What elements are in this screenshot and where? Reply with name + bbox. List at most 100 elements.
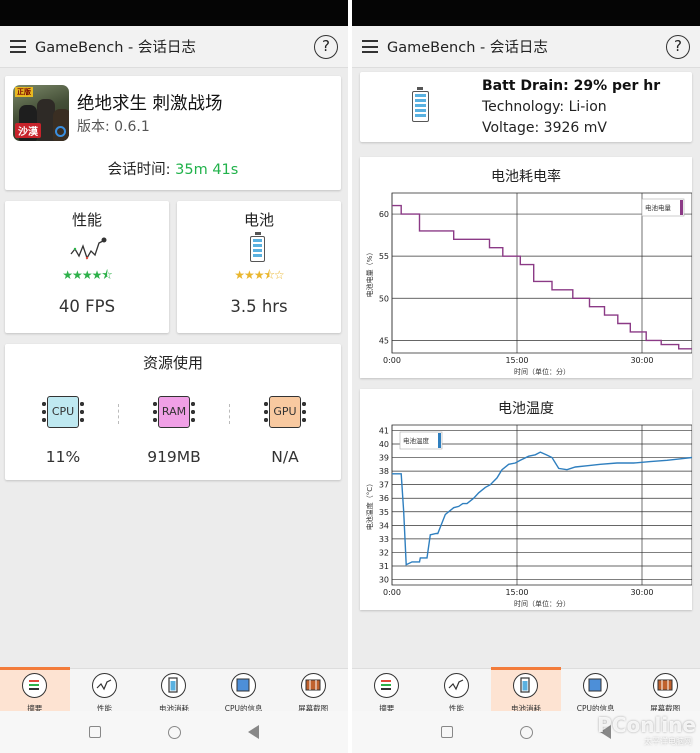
series-line — [392, 451, 692, 566]
chart-title: 电池耗电率 — [491, 168, 561, 185]
series-line — [392, 204, 692, 350]
tab-screenshot[interactable]: 屏幕截图 — [278, 669, 348, 713]
performance-card[interactable]: 性能 ★★★★⯪ 40 FPS — [5, 201, 169, 333]
legend-label: 电池温度 — [403, 436, 430, 445]
chart-title: 电池温度 — [498, 401, 554, 417]
phone-battery-screen: GameBench - 会话日志 ? Batt Drain: 29% per h… — [352, 0, 700, 753]
battery-icon — [161, 673, 187, 698]
battery-voltage: Voltage: 3926 mV — [482, 120, 607, 136]
tab-performance[interactable]: 性能 — [70, 669, 140, 713]
resource-usage-card: 资源使用 CPU RAM GPU 11% 919MB N/A — [5, 344, 341, 480]
battery-drain-chart: 电池耗电率 45 50 55 60 0:00 15:00 30:00 时间（单位：分） 电池电量（… — [365, 168, 692, 376]
system-nav-bar — [0, 711, 348, 753]
x-tick-label: 15:00 — [505, 356, 528, 365]
home-icon[interactable] — [519, 725, 533, 739]
tab-battery[interactable]: 电池消耗 — [139, 669, 209, 713]
y-tick-label: 40 — [379, 440, 389, 449]
tab-cpu[interactable]: CPU的信息 — [561, 669, 631, 713]
ram-usage-value: 919MB — [147, 448, 201, 466]
menu-icon[interactable] — [10, 40, 26, 53]
gpu-chip-icon: GPU — [264, 396, 306, 428]
y-tick-label: 55 — [379, 252, 389, 261]
session-time-value: 35m 41s — [175, 162, 239, 178]
session-time: 会话时间: 35m 41s — [5, 158, 341, 179]
y-tick-label: 38 — [379, 467, 389, 476]
battery-card[interactable]: 电池 ★★★⯪☆ 3.5 hrs — [177, 201, 341, 333]
fps-graph-icon — [70, 237, 107, 260]
battery-temp-chart-card: 电池温度 30 31 32 33 34 35 36 37 38 39 40 41 0:00 15:00 30:… — [360, 389, 692, 610]
publisher-logo-icon — [55, 126, 66, 137]
watermark-logo: PConline — [597, 713, 696, 737]
y-tick-label: 37 — [379, 481, 389, 490]
y-tick-label: 33 — [379, 535, 389, 544]
x-tick-label: 30:00 — [630, 356, 653, 365]
y-tick-label: 30 — [379, 576, 389, 585]
y-tick-label: 45 — [379, 336, 389, 345]
cpu-usage-value: 11% — [45, 448, 81, 466]
tab-performance[interactable]: 性能 — [422, 669, 492, 713]
help-icon[interactable]: ? — [314, 34, 338, 59]
app-bar: GameBench - 会话日志 ? — [352, 26, 700, 68]
y-tick-label: 34 — [379, 521, 389, 530]
tab-summary[interactable]: 摘要 — [0, 667, 70, 713]
plot-frame — [391, 192, 692, 354]
status-bar — [352, 0, 700, 26]
performance-stars: ★★★★⯪ — [62, 268, 112, 282]
performance-icon — [443, 673, 469, 698]
app-title: GameBench - 会话日志 — [35, 40, 196, 56]
performance-title: 性能 — [71, 211, 102, 229]
app-bar: GameBench - 会话日志 ? — [0, 26, 348, 68]
tab-cpu[interactable]: CPU的信息 — [209, 669, 279, 713]
x-tick-label: 0:00 — [383, 588, 401, 597]
cpu-icon — [231, 673, 257, 698]
phone-summary-screen: GameBench - 会话日志 ? 正版 沙漠 绝地求生 刺激战场 版本: 0… — [0, 0, 348, 753]
x-axis-label: 时间（单位：分） — [514, 367, 570, 376]
y-axis-label: 电池电量（%） — [365, 249, 374, 298]
y-tick-label: 35 — [379, 508, 389, 517]
recent-apps-icon[interactable] — [441, 726, 454, 738]
game-icon-tag: 正版 — [15, 87, 33, 97]
battery-drain-chart-card: 电池耗电率 45 50 55 60 0:00 15:00 30:00 时间（单位：分） 电池电量（… — [360, 157, 692, 378]
summary-icon — [22, 673, 48, 698]
legend: 电池电量 — [641, 198, 685, 217]
legend: 电池温度 — [399, 431, 443, 450]
cpu-chip-icon: CPU — [42, 396, 84, 428]
game-info-card: 正版 沙漠 绝地求生 刺激战场 版本: 0.6.1 会话时间: 35m 41s — [5, 76, 341, 190]
watermark-subtitle: 太平洋电脑网 — [644, 737, 692, 746]
game-version: 版本: 0.6.1 — [77, 119, 150, 135]
battery-title: 电池 — [243, 211, 274, 229]
performance-value: 40 FPS — [58, 297, 116, 316]
back-icon[interactable] — [247, 725, 259, 739]
tab-screenshot[interactable]: 屏幕截图 — [630, 669, 700, 713]
screenshot-icon — [300, 673, 326, 698]
battery-drain: Batt Drain: 29% per hr — [482, 78, 661, 94]
tab-battery[interactable]: 电池消耗 — [491, 667, 561, 713]
menu-icon[interactable] — [362, 40, 378, 53]
battery-icon — [250, 232, 265, 262]
x-axis-label: 时间（单位：分） — [514, 599, 570, 608]
y-axis-label: 电池温度（°C） — [365, 480, 374, 530]
tab-summary[interactable]: 摘要 — [352, 669, 422, 713]
recent-apps-icon[interactable] — [89, 726, 102, 738]
legend-label: 电池电量 — [645, 203, 672, 212]
help-icon[interactable]: ? — [666, 34, 690, 59]
ram-chip-icon: RAM — [153, 396, 195, 428]
cpu-icon — [583, 673, 609, 698]
status-bar — [0, 0, 348, 26]
screenshot-icon — [652, 673, 678, 698]
y-tick-label: 60 — [379, 210, 389, 219]
game-icon-badge: 沙漠 — [15, 123, 41, 138]
performance-icon — [91, 673, 117, 698]
gpu-usage-value: N/A — [271, 448, 299, 466]
x-tick-label: 15:00 — [505, 588, 528, 597]
game-icon: 正版 沙漠 — [13, 85, 69, 141]
app-title: GameBench - 会话日志 — [387, 40, 548, 56]
divider — [118, 404, 119, 424]
battery-icon — [513, 673, 539, 698]
resource-usage-title: 资源使用 — [142, 354, 203, 372]
game-name: 绝地求生 刺激战场 — [77, 94, 223, 114]
y-tick-label: 41 — [379, 426, 389, 435]
home-icon[interactable] — [167, 725, 181, 739]
summary-icon — [374, 673, 400, 698]
x-tick-label: 0:00 — [383, 356, 401, 365]
